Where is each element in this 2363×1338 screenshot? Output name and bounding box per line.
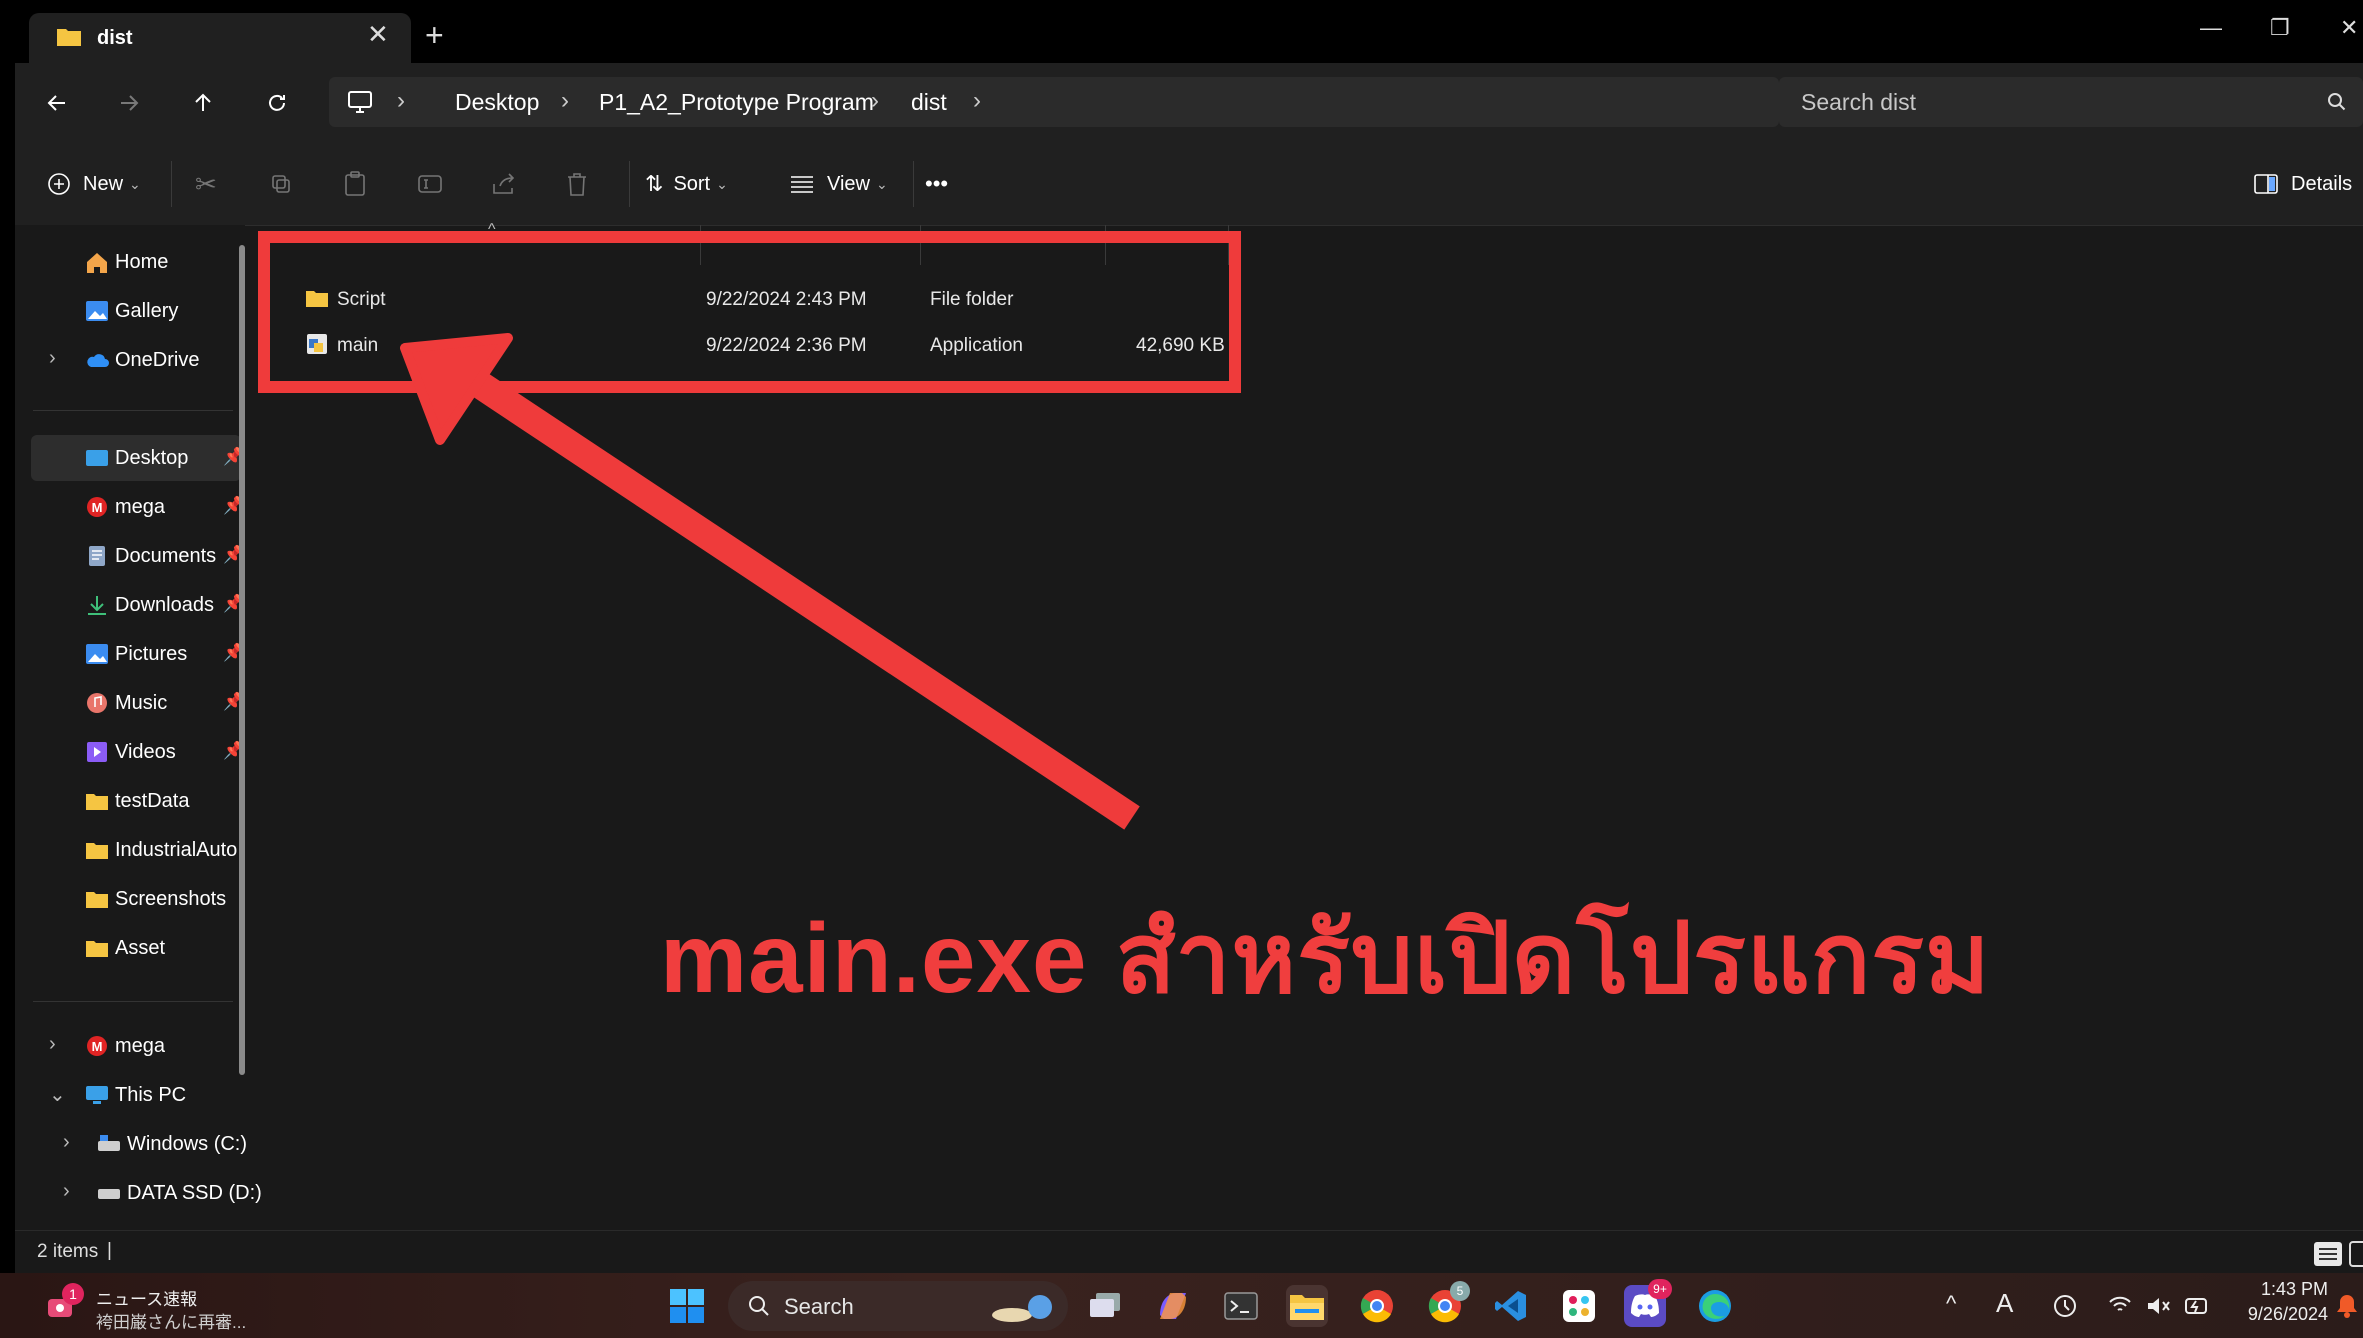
copilot-icon bbox=[1160, 1293, 1186, 1319]
terminal-button[interactable] bbox=[1220, 1285, 1262, 1327]
terminal-icon bbox=[1224, 1292, 1258, 1320]
taskbar-search-label: Search bbox=[784, 1294, 854, 1319]
clock-date: 9/26/2024 bbox=[2247, 1304, 2328, 1324]
taskbar: 1 ニュース速報 袴田巌さんに再審... Search 5 9+ ^ A 1:4… bbox=[0, 1273, 2363, 1338]
chrome-profile-button[interactable]: 5 bbox=[1424, 1281, 1470, 1327]
volume-muted-icon[interactable] bbox=[2146, 1295, 2172, 1317]
chrome-button[interactable] bbox=[1356, 1285, 1398, 1327]
news-title: ニュース速報 bbox=[96, 1290, 198, 1309]
notification-bell-icon[interactable] bbox=[2336, 1293, 2358, 1319]
copilot-button[interactable] bbox=[1152, 1285, 1194, 1327]
tray-overflow-icon[interactable]: ^ bbox=[1946, 1291, 1956, 1317]
file-explorer-taskbar-button[interactable] bbox=[1286, 1285, 1328, 1327]
annotation-caption: main.exe สำหรับเปิดโปรแกรม bbox=[660, 903, 1991, 1013]
ime-indicator[interactable]: A bbox=[1996, 1288, 2013, 1319]
app-grid-icon bbox=[1563, 1290, 1595, 1322]
annotation-arrow bbox=[400, 333, 1140, 830]
edge-button[interactable] bbox=[1694, 1285, 1736, 1327]
search-highlight-icon bbox=[992, 1295, 1052, 1322]
battery-charging-icon[interactable] bbox=[2184, 1295, 2210, 1317]
search-icon bbox=[749, 1296, 769, 1316]
task-view-button[interactable] bbox=[1084, 1285, 1126, 1327]
discord-button[interactable]: 9+ bbox=[1624, 1279, 1672, 1327]
clock[interactable]: 1:43 PM 9/26/2024 bbox=[2238, 1279, 2328, 1325]
start-button[interactable] bbox=[666, 1285, 708, 1327]
clock-time: 1:43 PM bbox=[2260, 1279, 2328, 1299]
wifi-icon[interactable] bbox=[2108, 1295, 2132, 1315]
task-view-icon bbox=[1090, 1293, 1120, 1317]
vscode-button[interactable] bbox=[1490, 1285, 1532, 1327]
taskbar-search[interactable]: Search bbox=[728, 1281, 1068, 1331]
discord-badge: 9+ bbox=[1648, 1279, 1672, 1299]
slack-button[interactable] bbox=[1558, 1285, 1600, 1327]
focus-icon[interactable] bbox=[2052, 1293, 2078, 1319]
edge-icon bbox=[1699, 1290, 1731, 1322]
chrome-icon bbox=[1360, 1290, 1393, 1323]
news-badge: 1 bbox=[62, 1283, 84, 1305]
windows-icon bbox=[670, 1289, 704, 1323]
news-subtitle: 袴田巌さんに再審... bbox=[96, 1313, 247, 1332]
vscode-icon bbox=[1495, 1291, 1526, 1321]
folder-icon bbox=[1290, 1295, 1324, 1320]
news-widget[interactable]: 1 ニュース速報 袴田巌さんに再審... bbox=[32, 1281, 272, 1332]
chrome-badge: 5 bbox=[1450, 1281, 1470, 1301]
